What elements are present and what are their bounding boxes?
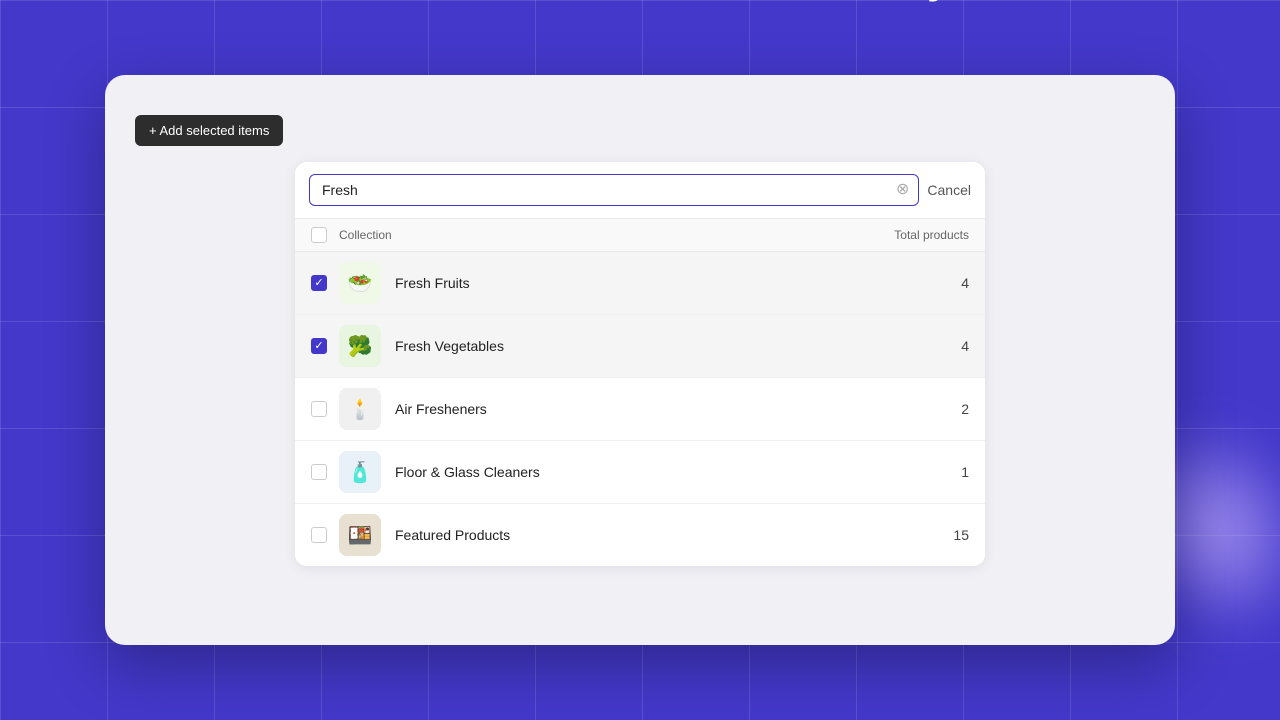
- collection-name-fresh-fruits: Fresh Fruits: [395, 275, 889, 291]
- collection-image-fresh-fruits: 🥗: [339, 262, 381, 304]
- row-checkbox-floor-cleaners[interactable]: [311, 464, 327, 480]
- search-input[interactable]: [309, 174, 919, 206]
- row-checkbox-featured-products[interactable]: [311, 527, 327, 543]
- table-row: 🍱 Featured Products 15: [295, 504, 985, 566]
- collection-image-fresh-vegetables: 🥦: [339, 325, 381, 367]
- row-checkbox-cell: [311, 275, 339, 291]
- collection-image-air-fresheners: 🕯️: [339, 388, 381, 430]
- collection-name-floor-cleaners: Floor & Glass Cleaners: [395, 464, 889, 480]
- clear-icon[interactable]: ⊗: [896, 182, 909, 198]
- table-row: 🧴 Floor & Glass Cleaners 1: [295, 441, 985, 504]
- collection-panel: ⊗ Cancel Collection Total products 🥗 Fre…: [295, 162, 985, 566]
- add-selected-button[interactable]: + Add selected items: [135, 115, 283, 146]
- collection-count-air-fresheners: 2: [889, 401, 969, 417]
- collection-name-featured-products: Featured Products: [395, 527, 889, 543]
- row-checkbox-fresh-fruits[interactable]: [311, 275, 327, 291]
- row-checkbox-fresh-vegetables[interactable]: [311, 338, 327, 354]
- table-row: 🥗 Fresh Fruits 4: [295, 252, 985, 315]
- collection-image-floor-cleaners: 🧴: [339, 451, 381, 493]
- row-checkbox-cell: [311, 527, 339, 543]
- row-checkbox-cell: [311, 464, 339, 480]
- collection-name-fresh-vegetables: Fresh Vegetables: [395, 338, 889, 354]
- search-bar: ⊗ Cancel: [295, 162, 985, 219]
- main-card: Effortless Collection Discovery + Add se…: [105, 75, 1175, 645]
- search-input-wrapper: ⊗: [309, 174, 919, 206]
- collection-count-featured-products: 15: [889, 527, 969, 543]
- row-checkbox-cell: [311, 338, 339, 354]
- collection-name-air-fresheners: Air Fresheners: [395, 401, 889, 417]
- header-checkbox-cell: [311, 227, 339, 243]
- page-title: Effortless Collection Discovery: [330, 0, 951, 3]
- table-row: 🕯️ Air Fresheners 2: [295, 378, 985, 441]
- collection-count-fresh-vegetables: 4: [889, 338, 969, 354]
- table-row: 🥦 Fresh Vegetables 4: [295, 315, 985, 378]
- collection-count-fresh-fruits: 4: [889, 275, 969, 291]
- column-total-header: Total products: [889, 228, 969, 242]
- row-checkbox-air-fresheners[interactable]: [311, 401, 327, 417]
- column-collection-header: Collection: [339, 228, 889, 242]
- collection-image-featured-products: 🍱: [339, 514, 381, 556]
- select-all-checkbox[interactable]: [311, 227, 327, 243]
- table-header: Collection Total products: [295, 219, 985, 252]
- cancel-button[interactable]: Cancel: [927, 182, 971, 198]
- collection-count-floor-cleaners: 1: [889, 464, 969, 480]
- row-checkbox-cell: [311, 401, 339, 417]
